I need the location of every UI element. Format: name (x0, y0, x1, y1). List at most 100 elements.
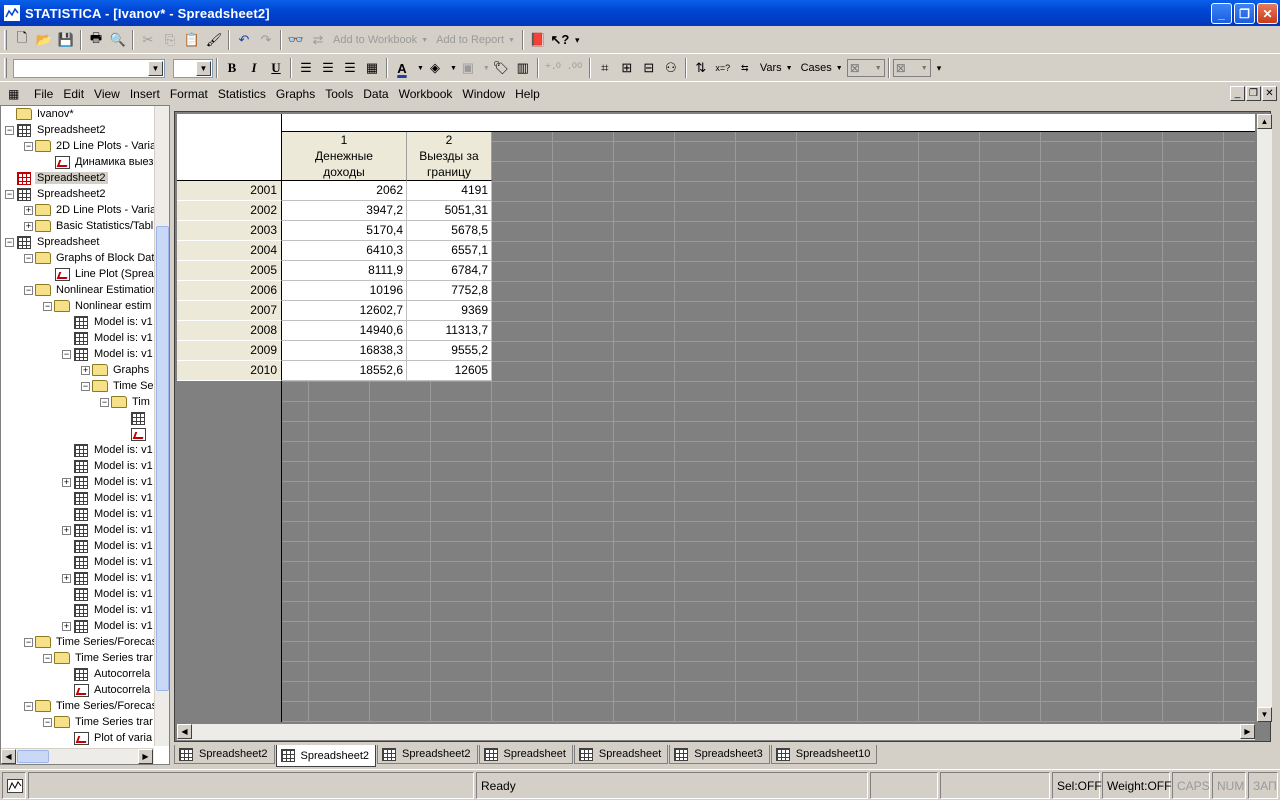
tree-node[interactable]: Model is: v1 (73, 314, 155, 330)
tree-node[interactable]: Spreadsheet2 (16, 186, 108, 202)
menu-help[interactable]: Help (510, 84, 545, 103)
tree-node[interactable]: Basic Statistics/Tabl (35, 218, 155, 234)
menu-edit[interactable]: Edit (58, 84, 89, 103)
tree-node[interactable]: Model is: v1 (73, 522, 155, 538)
menu-view[interactable]: View (89, 84, 125, 103)
font-color-icon[interactable]: A (391, 57, 413, 79)
tag-icon[interactable]: 🏷 (490, 57, 512, 79)
table-cell[interactable]: 5678,5 (407, 221, 492, 241)
spreadsheet-grid[interactable]: 1 Денежные доходы 2 Выезды за границу 2001 206… (177, 114, 1255, 722)
tree-node[interactable]: Model is: v1 (73, 442, 155, 458)
undo-icon[interactable]: ↶ (233, 29, 255, 51)
row-header[interactable]: 2001 (177, 181, 282, 201)
tree-node[interactable]: Graphs of Block Dat (35, 250, 156, 266)
book-icon[interactable]: 📕 (527, 29, 549, 51)
align-right-icon[interactable]: ☰ (339, 57, 361, 79)
transpose-icon[interactable]: ⇆ (734, 57, 756, 79)
italic-button[interactable]: I (243, 57, 265, 79)
print-preview-icon[interactable]: 🔍 (107, 29, 129, 51)
collapse-icon[interactable]: − (5, 126, 14, 135)
row-header[interactable]: 2010 (177, 361, 282, 381)
scroll-left-icon[interactable]: ◀ (1, 749, 16, 764)
toolbar-grip[interactable] (4, 58, 7, 78)
tree-node[interactable]: Model is: v1 (73, 554, 155, 570)
tree-node[interactable]: Ivanov* (16, 106, 76, 122)
chevron-down-icon[interactable]: ▼ (417, 65, 424, 72)
tree-node[interactable]: Graphs (92, 362, 151, 378)
row-header[interactable]: 2007 (177, 301, 282, 321)
tree-node[interactable]: Nonlinear estim (54, 298, 153, 314)
table-cell[interactable]: 8111,9 (282, 261, 407, 281)
table-cell[interactable]: 12602,7 (282, 301, 407, 321)
cell-format-icon[interactable]: ▦ (361, 57, 383, 79)
row-header[interactable]: 2005 (177, 261, 282, 281)
copy-icon[interactable]: ⎘ (159, 29, 181, 51)
paste-icon[interactable]: 📋 (181, 29, 203, 51)
collapse-icon[interactable]: − (81, 382, 90, 391)
row-header[interactable]: 2003 (177, 221, 282, 241)
row-header[interactable]: 2004 (177, 241, 282, 261)
chevron-down-icon[interactable]: ▼ (196, 60, 211, 76)
vars-menu-button[interactable]: Vars ▼ (756, 57, 797, 79)
scroll-up-icon[interactable]: ▲ (1257, 114, 1272, 129)
tree-node[interactable]: Model is: v1 (73, 346, 155, 362)
tree-node[interactable]: Time Series trar (54, 650, 155, 666)
menu-data[interactable]: Data (358, 84, 393, 103)
tree-node[interactable]: 2D Line Plots - Varia (35, 202, 158, 218)
find-binoculars-icon[interactable]: 👓 (285, 29, 307, 51)
collapse-icon[interactable]: − (24, 254, 33, 263)
tree-node[interactable]: Model is: v1 (73, 586, 155, 602)
expand-icon[interactable]: + (62, 526, 71, 535)
scroll-right-icon[interactable]: ▶ (1240, 724, 1255, 739)
menu-graphs[interactable]: Graphs (271, 84, 320, 103)
mdi-minimize-button[interactable]: _ (1230, 86, 1245, 101)
collapse-icon[interactable]: − (43, 302, 52, 311)
tab-spreadsheet[interactable]: Spreadsheet2 (275, 745, 376, 767)
toolbar-options-icon[interactable]: ▾ (575, 35, 580, 46)
expand-icon[interactable]: + (62, 574, 71, 583)
spreadsheet-vertical-scrollbar[interactable]: ▲ ▼ (1257, 114, 1272, 722)
cut-icon[interactable]: ✂ (137, 29, 159, 51)
open-folder-icon[interactable]: 📂 (33, 29, 55, 51)
tab-spreadsheet[interactable]: Spreadsheet2 (174, 745, 275, 764)
tree-node[interactable]: Spreadsheet2 (16, 122, 108, 138)
collapse-icon[interactable]: − (24, 702, 33, 711)
mdi-close-button[interactable]: ✕ (1262, 86, 1277, 101)
tree-node[interactable]: Time Series trar (54, 714, 155, 730)
spreadsheet-corner[interactable] (177, 114, 282, 181)
cases-menu-button[interactable]: Cases ▼ (797, 57, 847, 79)
tree-node[interactable]: Model is: v1 (73, 618, 155, 634)
tab-spreadsheet[interactable]: Spreadsheet2 (377, 745, 478, 764)
spreadsheet-doc-icon[interactable]: ▦ (8, 86, 26, 102)
expand-icon[interactable]: + (24, 222, 33, 231)
tree-node[interactable]: Autocorrela (73, 682, 152, 698)
status-graph-icon[interactable] (2, 772, 26, 799)
close-button[interactable]: ✕ (1257, 3, 1278, 24)
maximize-button[interactable]: ❐ (1234, 3, 1255, 24)
format-painter-icon[interactable]: 🖌 (203, 29, 225, 51)
column-header[interactable]: 1 Денежные доходы (282, 132, 407, 181)
tab-spreadsheet[interactable]: Spreadsheet10 (770, 745, 878, 764)
menu-statistics[interactable]: Statistics (213, 84, 271, 103)
marker-pattern-select[interactable]: ⊠ ▼ (846, 59, 885, 77)
align-center-icon[interactable]: ☰ (317, 57, 339, 79)
tree-horizontal-scrollbar[interactable]: ◀ ▶ (1, 748, 154, 764)
tab-spreadsheet[interactable]: Spreadsheet (478, 745, 573, 764)
table-cell[interactable]: 10196 (282, 281, 407, 301)
scroll-thumb[interactable] (17, 750, 49, 763)
table-cell[interactable]: 18552,6 (282, 361, 407, 381)
chevron-down-icon[interactable]: ▼ (148, 60, 163, 76)
tree-vertical-scrollbar[interactable] (154, 106, 169, 746)
replace-icon[interactable]: ⇄ (307, 29, 329, 51)
tab-spreadsheet[interactable]: Spreadsheet (573, 745, 669, 764)
column-header[interactable]: 2 Выезды за границу (407, 132, 492, 181)
table-cell[interactable]: 4191 (407, 181, 492, 201)
collapse-icon[interactable]: − (24, 286, 33, 295)
decrease-decimal-icon[interactable]: ·⁰⁰ (564, 57, 586, 79)
status-weight[interactable]: Weight:OFF (1102, 772, 1171, 799)
tree-node[interactable]: Line Plot (Sprea (54, 266, 156, 282)
collapse-icon[interactable]: − (5, 190, 14, 199)
mdi-restore-button[interactable]: ❐ (1246, 86, 1261, 101)
add-to-workbook-button[interactable]: Add to Workbook ▼ (329, 29, 432, 51)
borders-icon[interactable]: ▣ (457, 57, 479, 79)
